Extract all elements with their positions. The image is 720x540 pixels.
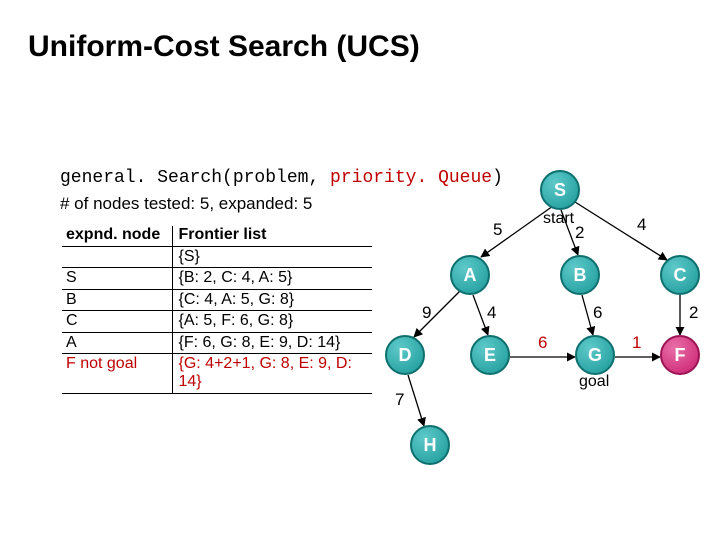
node-F: F xyxy=(660,335,700,375)
table-row: S{B: 2, C: 4, A: 5} xyxy=(62,268,372,289)
edge-weight-SC: 4 xyxy=(637,215,646,235)
edge-weight-DH: 7 xyxy=(395,390,404,410)
frontier-list-cell: {C: 4, A: 5, G: 8} xyxy=(172,289,372,310)
node-G: G xyxy=(575,335,615,375)
frontier-list-cell: {A: 5, F: 6, G: 8} xyxy=(172,311,372,332)
edge-weight-GF: 1 xyxy=(632,333,641,353)
edge-weight-AD: 9 xyxy=(422,303,431,323)
table-row: C{A: 5, F: 6, G: 8} xyxy=(62,311,372,332)
node-S: S xyxy=(540,170,580,210)
frontier-list-cell: {G: 4+2+1, G: 8, E: 9, D: 14} xyxy=(172,353,372,393)
expanded-node-cell: F not goal xyxy=(62,353,172,393)
table-row: B{C: 4, A: 5, G: 8} xyxy=(62,289,372,310)
edge-weight-SB: 2 xyxy=(575,223,584,243)
node-A: A xyxy=(450,255,490,295)
node-S-label: start xyxy=(543,210,574,228)
col-header-expanded-node: expnd. node xyxy=(62,226,172,247)
frontier-list-cell: {B: 2, C: 4, A: 5} xyxy=(172,268,372,289)
stats-line: # of nodes tested: 5, expanded: 5 xyxy=(60,194,312,214)
col-header-frontier-list: Frontier list xyxy=(172,226,372,247)
node-C: C xyxy=(660,255,700,295)
edge-weight-BG: 6 xyxy=(593,303,602,323)
node-D: D xyxy=(385,335,425,375)
edge-weight-CF: 2 xyxy=(689,303,698,323)
node-G-label: goal xyxy=(579,373,609,391)
expanded-node-cell: A xyxy=(62,332,172,353)
table-row: {S} xyxy=(62,247,372,268)
frontier-list-cell: {S} xyxy=(172,247,372,268)
edge-weight-AE: 4 xyxy=(487,303,496,323)
edges-svg xyxy=(360,160,710,480)
edge-weight-SA: 5 xyxy=(493,220,502,240)
node-B: B xyxy=(560,255,600,295)
edge-weight-EG: 6 xyxy=(538,333,547,353)
expanded-node-cell: S xyxy=(62,268,172,289)
frontier-list-cell: {F: 6, G: 8, E: 9, D: 14} xyxy=(172,332,372,353)
node-E: E xyxy=(470,335,510,375)
node-H: H xyxy=(410,425,450,465)
expanded-node-cell: B xyxy=(62,289,172,310)
expanded-node-cell xyxy=(62,247,172,268)
table-row: A{F: 6, G: 8, E: 9, D: 14} xyxy=(62,332,372,353)
expanded-node-cell: C xyxy=(62,311,172,332)
page-title: Uniform-Cost Search (UCS) xyxy=(28,30,420,64)
table-row: F not goal{G: 4+2+1, G: 8, E: 9, D: 14} xyxy=(62,353,372,393)
expansion-table: expnd. node Frontier list {S}S{B: 2, C: … xyxy=(62,226,372,394)
code-prefix: general. Search(problem, xyxy=(60,168,330,188)
search-tree-diagram: S start A B C D E G goal F H 5 2 4 9 4 6… xyxy=(360,160,710,480)
